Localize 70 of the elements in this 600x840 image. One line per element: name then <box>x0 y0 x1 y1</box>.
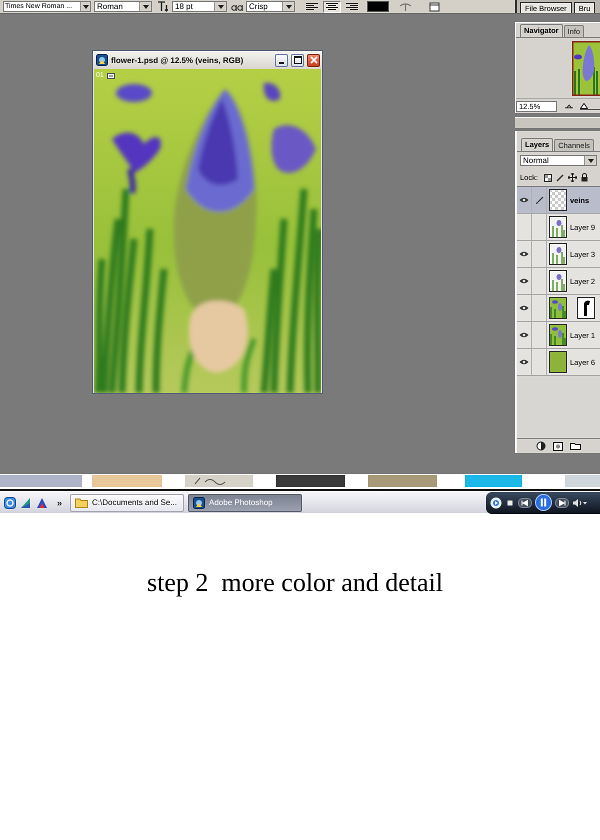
align-button[interactable] <box>343 0 361 12</box>
folder-icon <box>75 497 88 508</box>
font-size-icon <box>157 1 168 12</box>
eye-icon <box>519 305 529 311</box>
stop-icon[interactable] <box>505 498 515 508</box>
checker-icon[interactable] <box>544 174 552 182</box>
app-icon <box>96 54 108 66</box>
caret-icon <box>588 158 594 162</box>
app-icon <box>193 496 206 508</box>
layer-thumbnail <box>549 270 567 292</box>
align-button[interactable] <box>303 0 321 12</box>
eye-icon <box>519 332 529 338</box>
quick-launch-icon[interactable] <box>36 496 48 508</box>
visibility-toggle[interactable] <box>517 295 532 321</box>
previous-icon[interactable] <box>518 498 532 508</box>
zoom-slider[interactable] <box>580 102 600 110</box>
quick-launch-icon[interactable] <box>4 496 16 508</box>
volume-icon[interactable] <box>572 498 588 508</box>
quick-launch-icon[interactable] <box>20 496 32 508</box>
caret-icon <box>286 4 292 8</box>
navigator-preview-drawing <box>572 40 600 96</box>
font-style-dropdown[interactable]: Roman <box>94 1 152 12</box>
adjustment-layer-icon[interactable] <box>536 441 546 451</box>
close-button[interactable] <box>307 54 320 66</box>
move-icon[interactable] <box>568 173 577 182</box>
caption: step 2 more color and detail <box>146 568 444 598</box>
minimize-button[interactable] <box>275 54 288 66</box>
layer-thumbnail <box>549 351 567 373</box>
brush-icon[interactable] <box>556 174 564 182</box>
eye-icon <box>519 251 529 257</box>
more-icon[interactable]: » <box>57 498 62 508</box>
layer-thumbnail <box>549 243 567 265</box>
visibility-toggle[interactable] <box>517 322 532 348</box>
antialias-dropdown[interactable]: Crisp <box>246 1 295 12</box>
font-size-dropdown[interactable]: 18 pt <box>172 1 227 12</box>
taskbar-button[interactable]: C:\Documents and Se... <box>70 494 184 512</box>
align-button[interactable] <box>323 0 341 12</box>
eye-icon <box>519 278 529 284</box>
pause-icon[interactable] <box>535 494 552 511</box>
maximize-icon <box>294 56 302 64</box>
zoom-out-icon[interactable] <box>564 103 573 109</box>
eye-icon <box>519 359 529 365</box>
warp-text-icon[interactable] <box>399 2 412 12</box>
folder-icon[interactable] <box>570 442 581 450</box>
maximize-button[interactable] <box>291 54 304 66</box>
caret-icon <box>142 4 148 8</box>
window-title: flower-1.psd @ 12.5% (veins, RGB) <box>111 56 244 64</box>
palettes-icon[interactable] <box>429 2 440 12</box>
blend-mode-dropdown[interactable]: Normal <box>520 155 597 166</box>
visibility-toggle[interactable] <box>517 241 532 267</box>
media-player-icon[interactable] <box>490 496 502 508</box>
layer-thumbnail <box>549 189 567 211</box>
brush-icon <box>534 196 544 204</box>
visibility-toggle[interactable] <box>517 349 532 375</box>
next-icon[interactable] <box>555 498 569 508</box>
caret-icon <box>218 4 224 8</box>
layer-thumbnail <box>549 297 567 319</box>
caret-icon <box>82 4 88 8</box>
visibility-toggle[interactable] <box>517 187 532 213</box>
slider-thumb[interactable] <box>580 103 588 109</box>
padlock-icon[interactable] <box>580 173 588 182</box>
layer-row[interactable] <box>517 295 600 322</box>
close-icon <box>310 56 318 64</box>
layer-mask-icon[interactable] <box>553 442 563 450</box>
text-color-swatch[interactable] <box>367 1 389 12</box>
layer-thumbnail <box>549 216 567 238</box>
layer-thumbnail <box>549 324 567 346</box>
eye-icon <box>519 197 529 203</box>
frame-icon <box>106 73 115 79</box>
visibility-toggle[interactable] <box>517 268 532 294</box>
